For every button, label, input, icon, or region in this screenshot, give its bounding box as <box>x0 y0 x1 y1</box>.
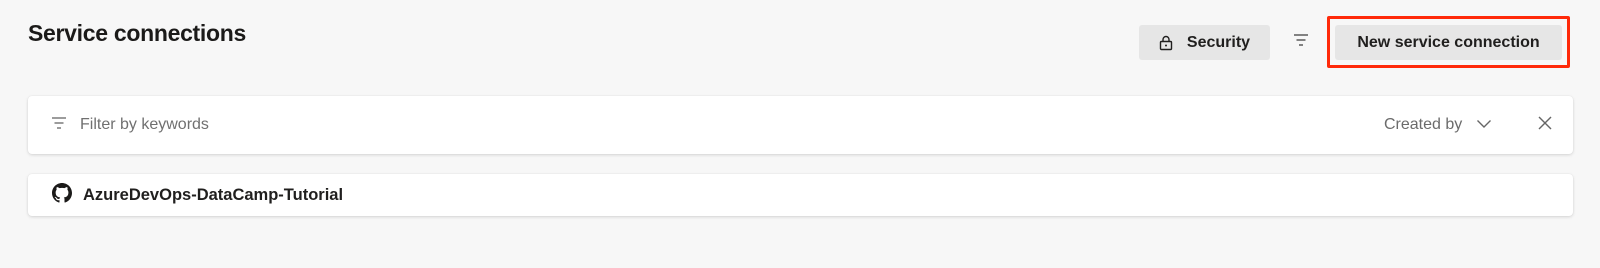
page-title: Service connections <box>28 20 246 46</box>
filter-toggle-button[interactable] <box>1288 29 1314 55</box>
service-connection-item[interactable]: AzureDevOps-DataCamp-Tutorial <box>28 174 1573 216</box>
filter-bar: Created by <box>28 96 1573 154</box>
security-button-label: Security <box>1186 33 1251 51</box>
github-icon <box>52 182 72 208</box>
lock-icon <box>1159 35 1173 51</box>
close-icon <box>1537 115 1553 136</box>
new-service-connection-button[interactable]: New service connection <box>1335 25 1562 60</box>
new-service-connection-label: New service connection <box>1357 33 1540 51</box>
service-connections-page: Service connections Security New service… <box>0 0 1600 268</box>
filter-keywords-input[interactable] <box>80 110 680 140</box>
service-connection-name: AzureDevOps-DataCamp-Tutorial <box>83 185 344 204</box>
security-button[interactable]: Security <box>1139 25 1270 60</box>
filter-icon <box>1293 33 1309 52</box>
created-by-dropdown[interactable]: Created by <box>1384 111 1492 139</box>
chevron-down-icon <box>1476 116 1492 134</box>
filter-keywords-icon <box>51 116 67 135</box>
created-by-label: Created by <box>1384 116 1463 133</box>
clear-filter-button[interactable] <box>1533 113 1557 137</box>
